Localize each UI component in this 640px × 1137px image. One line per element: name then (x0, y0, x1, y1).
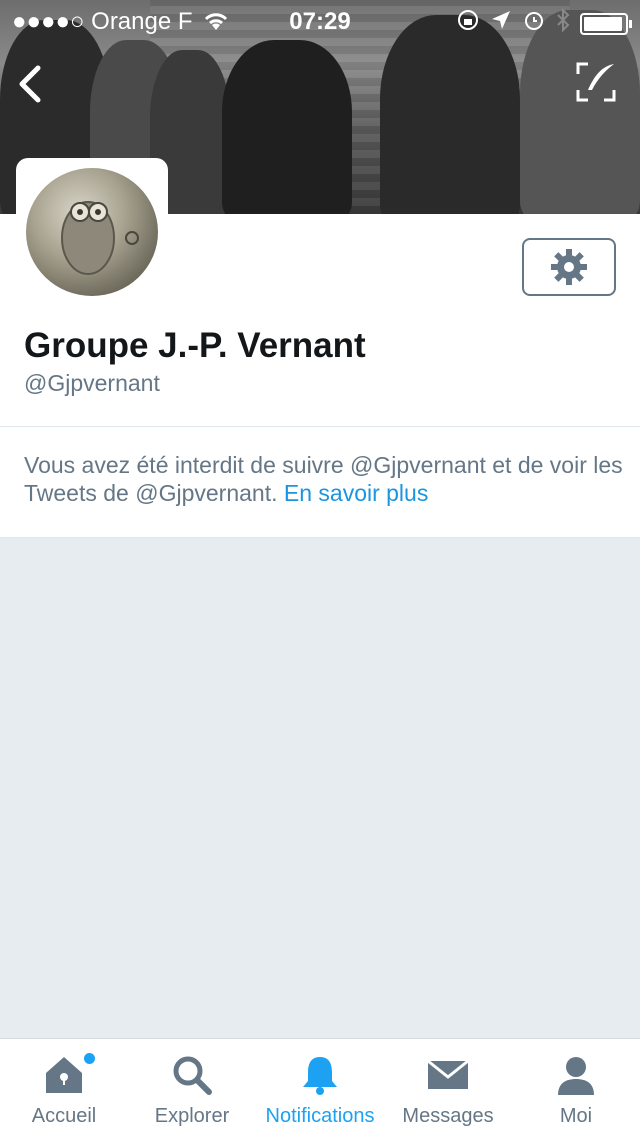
status-icons (456, 7, 632, 39)
profile-handle: @Gjpvernant (24, 370, 160, 396)
tab-label: Accueil (31, 1105, 97, 1127)
tab-moi[interactable]: Moi (512, 1039, 640, 1137)
gear-icon (551, 249, 587, 285)
envelope-icon (426, 1053, 470, 1097)
owl-coin-image (26, 168, 158, 296)
banner-person (222, 40, 352, 214)
compose-icon (576, 62, 616, 102)
tab-explorer[interactable]: Explorer (128, 1039, 256, 1137)
battery-icon (580, 12, 632, 35)
chevron-left-icon (19, 65, 41, 103)
banner-person (380, 15, 520, 214)
location-icon (490, 9, 512, 38)
blocked-notice-text: Vous avez été interdit de suivre @Gjpver… (24, 451, 624, 507)
tab-bar: Accueil Explorer Notifications Messages … (0, 1038, 640, 1137)
tab-label: Moi (559, 1105, 593, 1127)
settings-button[interactable] (522, 238, 616, 296)
owl-icon (61, 201, 139, 275)
search-icon (170, 1053, 214, 1097)
tab-notifications[interactable]: Notifications (256, 1039, 384, 1137)
status-bar: ●●●●○ Orange F 07:29 (0, 0, 640, 40)
bluetooth-icon (556, 7, 570, 39)
alarm-icon (522, 8, 546, 39)
profile-display-name: Groupe J.-P. Vernant (24, 326, 366, 365)
avatar[interactable] (16, 158, 168, 306)
tab-label: Messages (402, 1105, 494, 1127)
new-activity-dot (84, 1053, 95, 1064)
tab-accueil[interactable]: Accueil (0, 1039, 128, 1137)
compose-tweet-button[interactable] (574, 60, 618, 104)
tab-messages[interactable]: Messages (384, 1039, 512, 1137)
tab-label: Explorer (154, 1105, 230, 1127)
bell-icon (298, 1053, 342, 1097)
home-icon (42, 1053, 86, 1097)
back-button[interactable] (12, 62, 52, 106)
rotation-lock-icon (456, 8, 480, 39)
tab-label: Notifications (265, 1105, 375, 1127)
person-icon (554, 1053, 598, 1097)
learn-more-link[interactable]: En savoir plus (284, 480, 428, 506)
banner-person (520, 10, 640, 214)
blocked-notice: Vous avez été interdit de suivre @Gjpver… (0, 427, 640, 538)
